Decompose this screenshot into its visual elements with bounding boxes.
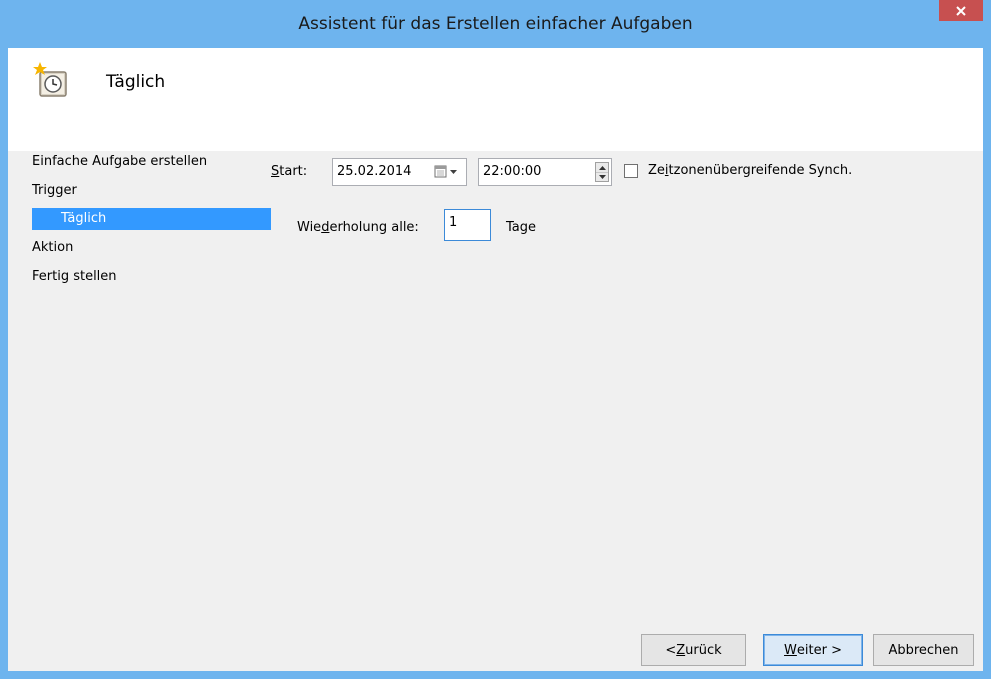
next-button[interactable]: Weiter > <box>763 634 863 666</box>
start-time-field[interactable]: 22:00:00 <box>478 158 612 186</box>
spin-down-button[interactable] <box>596 172 608 181</box>
nav-step-trigger[interactable]: Trigger <box>32 180 77 202</box>
page-title: Täglich <box>106 72 166 92</box>
repeat-interval-value: 1 <box>449 215 458 230</box>
time-spinner[interactable] <box>595 162 609 182</box>
wizard-header: Täglich <box>8 48 983 151</box>
start-label: Start: <box>271 164 308 179</box>
window-title: Assistent für das Erstellen einfacher Au… <box>298 14 693 34</box>
arrow-down-icon <box>598 175 606 179</box>
timezone-sync-checkbox[interactable] <box>624 164 638 178</box>
task-scheduler-clock-icon <box>33 62 67 97</box>
back-button[interactable]: < Zurück <box>641 634 746 666</box>
calendar-dropdown-icon[interactable] <box>434 165 460 179</box>
repeat-interval-input[interactable]: 1 <box>444 209 491 241</box>
wizard-window: Assistent für das Erstellen einfacher Au… <box>0 0 991 679</box>
cancel-button[interactable]: Abbrechen <box>873 634 974 666</box>
repeat-unit-label: Tage <box>506 220 537 235</box>
wizard-client-area: Täglich Einfache Aufgabe erstellen Trigg… <box>8 48 983 671</box>
repeat-label: Wiederholung alle: <box>297 220 419 235</box>
start-time-value: 22:00:00 <box>483 164 542 179</box>
timezone-sync-label[interactable]: Zeitzonenübergreifende Synch. <box>648 163 852 178</box>
title-bar[interactable]: Assistent für das Erstellen einfacher Au… <box>0 0 991 48</box>
start-date-picker[interactable]: 25.02.2014 <box>332 158 467 186</box>
spin-up-button[interactable] <box>596 163 608 172</box>
arrow-up-icon <box>598 165 606 170</box>
nav-step-finish[interactable]: Fertig stellen <box>32 266 117 288</box>
nav-step-daily[interactable]: Täglich <box>32 208 271 230</box>
nav-step-create-task[interactable]: Einfache Aufgabe erstellen <box>32 151 207 173</box>
start-date-value: 25.02.2014 <box>337 164 412 179</box>
close-button[interactable] <box>939 0 983 21</box>
close-icon <box>956 5 966 16</box>
nav-step-action[interactable]: Aktion <box>32 237 73 259</box>
